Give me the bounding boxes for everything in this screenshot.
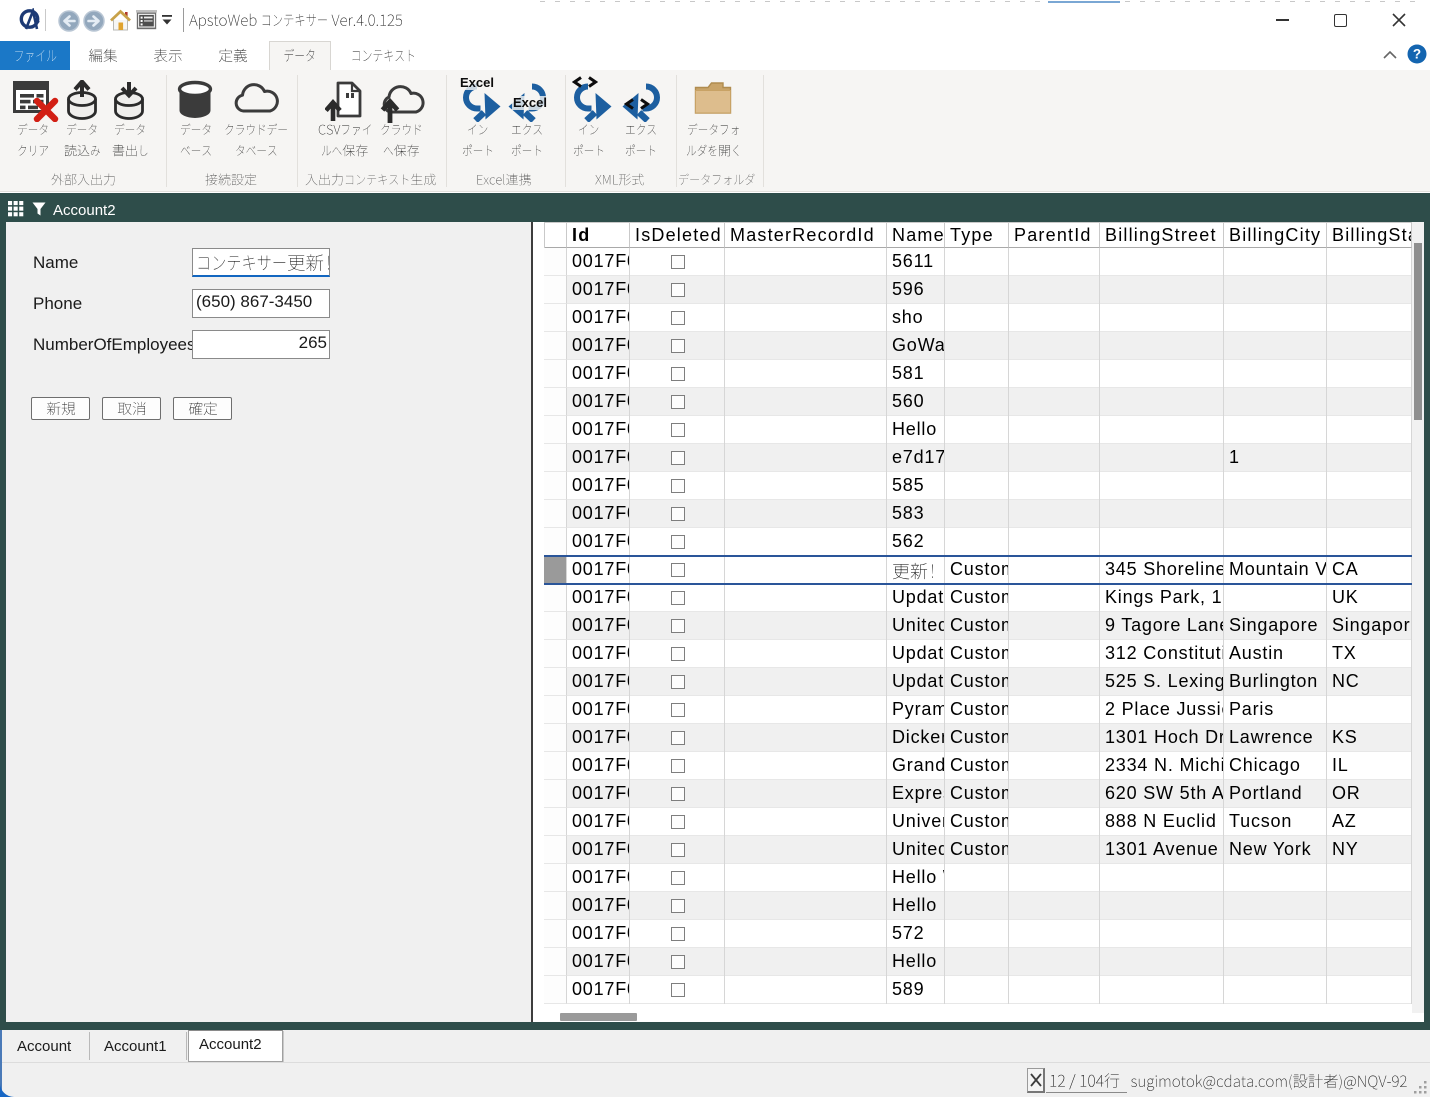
svg-text:?: ? — [1413, 47, 1421, 62]
